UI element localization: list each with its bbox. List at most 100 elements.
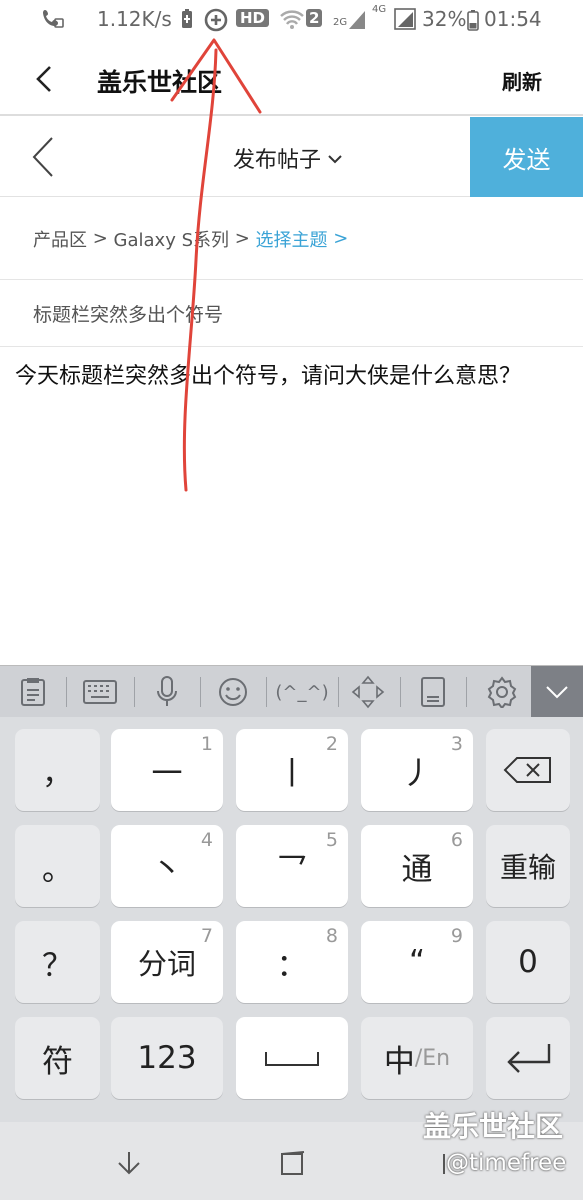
- back-icon[interactable]: [28, 62, 62, 96]
- key-number: 4: [200, 829, 213, 851]
- key-label: 0: [518, 944, 538, 980]
- key-label: 符: [42, 1043, 73, 1080]
- key-label: 一: [151, 755, 183, 792]
- key-7[interactable]: 分词 7: [111, 921, 223, 1003]
- emoticon-button[interactable]: (^_^): [272, 666, 332, 718]
- nav-home-icon[interactable]: [278, 1150, 308, 1182]
- key-number: 2: [325, 733, 338, 755]
- post-title-text: 标题栏突然多出个符号: [33, 304, 224, 326]
- onehand-icon[interactable]: [408, 666, 458, 718]
- toolbar-divider: [400, 677, 401, 707]
- key-label: 通: [401, 851, 433, 888]
- breadcrumb-series[interactable]: Galaxy S系列: [114, 226, 229, 252]
- emoji-icon[interactable]: [208, 666, 258, 718]
- mic-icon[interactable]: [142, 666, 192, 718]
- phone-wifi-icon: [40, 6, 66, 37]
- collapse-keyboard-icon[interactable]: [531, 666, 583, 718]
- toolbar-divider: [66, 677, 67, 707]
- key-8[interactable]: ： 8: [236, 921, 348, 1003]
- breadcrumb-separator: >: [87, 228, 114, 249]
- clipboard-icon[interactable]: [8, 666, 58, 718]
- enter-key[interactable]: [486, 1017, 570, 1099]
- battery-saver-icon: [180, 8, 194, 35]
- key-5[interactable]: 乛5: [236, 825, 348, 907]
- compose-title: 发布帖子: [233, 148, 322, 173]
- signal-icon: [394, 8, 416, 35]
- backspace-key[interactable]: [486, 729, 570, 811]
- clock: 01:54: [484, 7, 542, 31]
- app-title: 盖乐世社区: [97, 68, 223, 97]
- breadcrumb-area[interactable]: 产品区: [33, 226, 87, 252]
- key-number: 5: [325, 829, 338, 851]
- key-number: 9: [450, 925, 463, 947]
- post-body-text: 今天标题栏突然多出个符号，请问大侠是什么意思？: [15, 364, 522, 389]
- chevron-right-icon: >: [327, 228, 349, 249]
- key-number: 1: [200, 733, 213, 755]
- send-button[interactable]: 发送: [470, 117, 583, 197]
- battery-icon: [467, 9, 479, 36]
- breadcrumb-separator: >: [229, 228, 256, 249]
- data-saver-icon: [203, 7, 229, 38]
- wifi-icon: [279, 8, 305, 35]
- space-icon: [265, 1052, 319, 1066]
- key-question[interactable]: ？: [15, 921, 100, 1003]
- key-9[interactable]: “9: [361, 921, 473, 1003]
- language-key[interactable]: 中/En: [361, 1017, 473, 1099]
- key-label: 丿: [401, 755, 433, 792]
- language-suffix: /En: [414, 1045, 451, 1071]
- breadcrumb: 产品区 > Galaxy S系列 > 选择主题 >: [0, 198, 583, 280]
- post-body-field[interactable]: 今天标题栏突然多出个符号，请问大侠是什么意思？: [15, 360, 555, 393]
- keyboard-toolbar: (^_^): [0, 665, 583, 718]
- toolbar-divider: [134, 677, 135, 707]
- post-title-field[interactable]: 标题栏突然多出个符号: [0, 281, 583, 347]
- compose-bar: 发布帖子 发送: [0, 117, 583, 197]
- hd-badge: HD: [236, 9, 270, 27]
- key-comma[interactable]: ，: [15, 729, 100, 811]
- battery-percent: 32%: [422, 7, 467, 31]
- key-label: 重输: [499, 851, 556, 884]
- watermark-handle: @timefree: [446, 1150, 567, 1176]
- refresh-button[interactable]: 刷新: [502, 66, 542, 95]
- cursor-icon[interactable]: [346, 666, 390, 718]
- key-number: 3: [450, 733, 463, 755]
- toolbar-divider: [266, 677, 267, 707]
- key-label: 丨: [276, 755, 308, 792]
- key-4[interactable]: 丶4: [111, 825, 223, 907]
- compose-title-dropdown[interactable]: 发布帖子: [233, 142, 343, 174]
- key-6[interactable]: 通6: [361, 825, 473, 907]
- reenter-key[interactable]: 重输: [486, 825, 570, 907]
- app-bar: 盖乐世社区 刷新: [0, 42, 583, 116]
- key-label: ，: [42, 755, 73, 792]
- backspace-icon: [503, 757, 551, 783]
- key-label: 丶: [151, 851, 183, 888]
- key-3[interactable]: 丿3: [361, 729, 473, 811]
- net-2g: 2G: [333, 17, 348, 28]
- enter-icon: [507, 1044, 551, 1073]
- key-label: 乛: [276, 851, 308, 888]
- key-2[interactable]: 丨2: [236, 729, 348, 811]
- key-number: 6: [450, 829, 463, 851]
- select-topic-link[interactable]: 选择主题: [256, 226, 328, 252]
- status-bar: 1.12K/s HD 2 2G 4G 32% 01:54: [0, 0, 583, 42]
- key-label: ？: [42, 947, 73, 984]
- chevron-down-icon: [327, 146, 343, 171]
- key-label: 中: [383, 1043, 415, 1080]
- watermark-title: 盖乐世社区: [423, 1110, 564, 1143]
- keyboard-icon[interactable]: [74, 666, 126, 718]
- key-label: ：: [276, 947, 308, 984]
- settings-icon[interactable]: [474, 666, 530, 718]
- numeric-key[interactable]: 123: [111, 1017, 223, 1099]
- signal-icon-1: [348, 10, 366, 35]
- net-speed: 1.12K/s: [97, 7, 172, 31]
- key-0[interactable]: 0: [486, 921, 570, 1003]
- key-1[interactable]: 一1: [111, 729, 223, 811]
- key-number: 8: [325, 925, 338, 947]
- key-period[interactable]: 。: [15, 825, 100, 907]
- space-key[interactable]: [236, 1017, 348, 1099]
- compose-back-icon[interactable]: [22, 135, 62, 179]
- nav-back-icon[interactable]: [114, 1150, 144, 1180]
- symbol-key[interactable]: 符: [15, 1017, 100, 1099]
- net-4g: 4G: [372, 4, 387, 15]
- key-number: 7: [200, 925, 213, 947]
- keyboard: ， 一1 丨2 丿3 。 丶4 乛5 通6 重输 ？ 分词 7 ： 8 “9 0 符…: [0, 717, 583, 1122]
